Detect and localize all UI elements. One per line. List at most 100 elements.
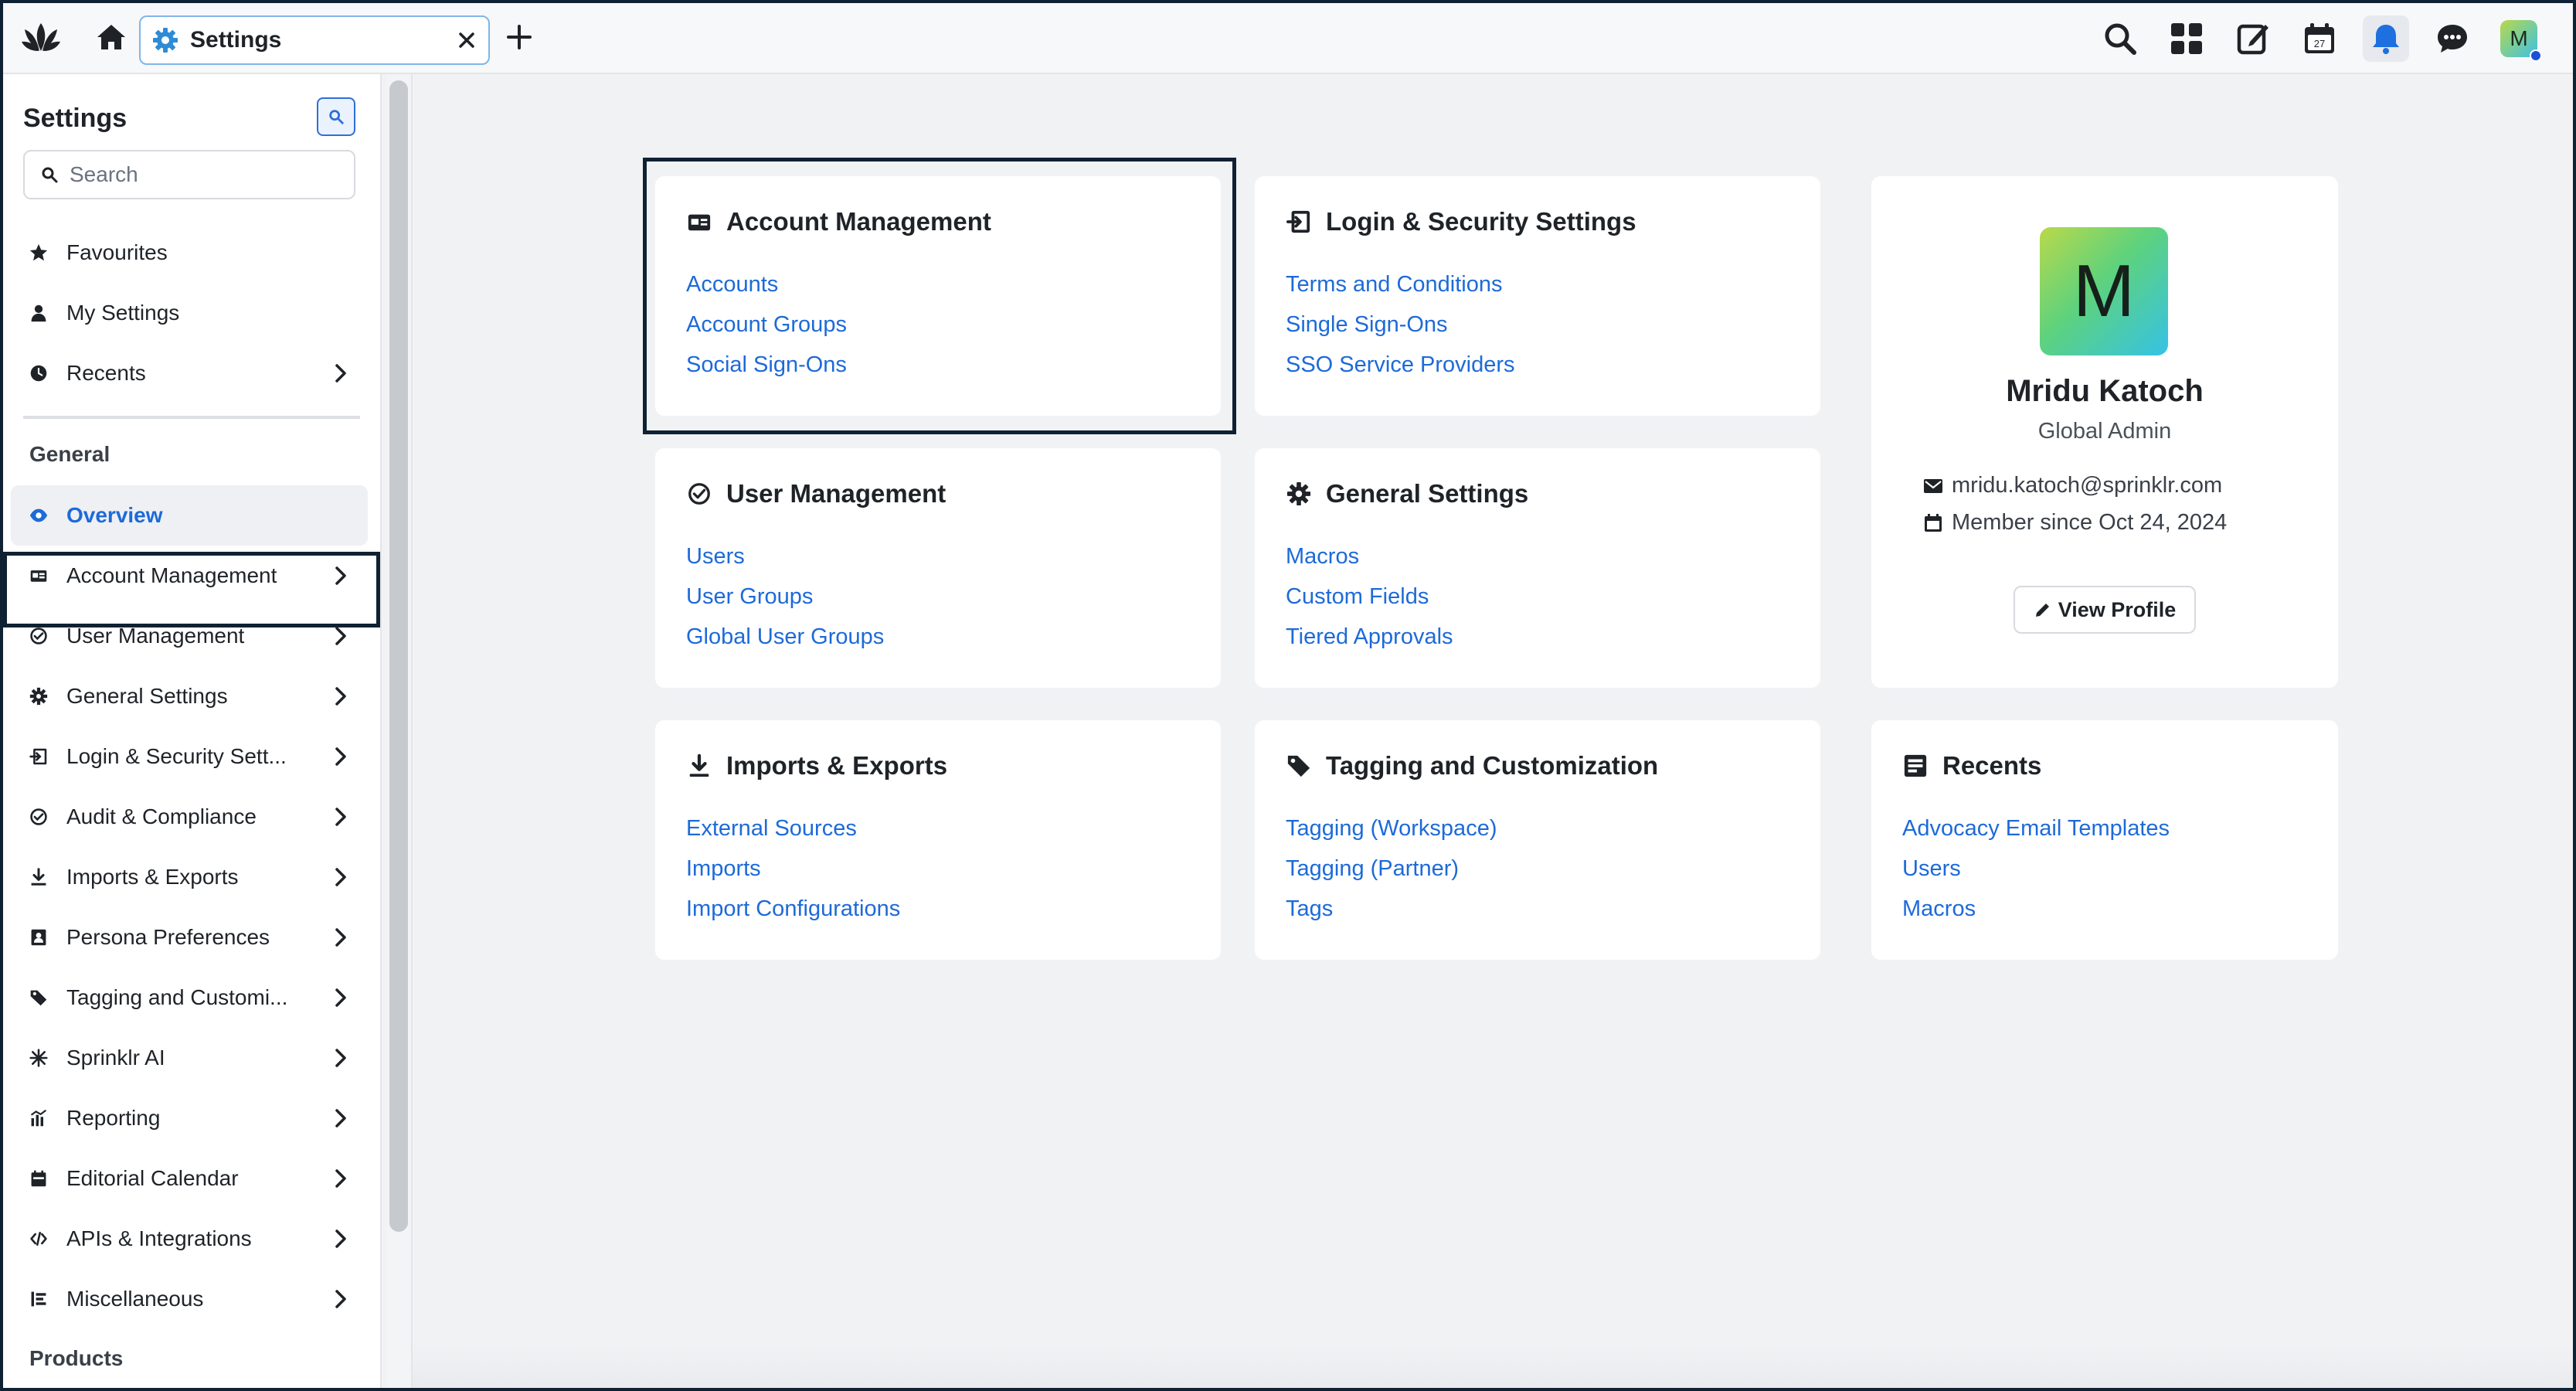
card-title: Tagging and Customization (1326, 751, 1659, 780)
chevron-right-icon (331, 362, 351, 384)
card-title: Imports & Exports (726, 751, 948, 780)
calendar-icon (1925, 513, 1942, 532)
link-tagging-workspace[interactable]: Tagging (Workspace) (1286, 808, 1820, 849)
sidebar-item-general-settings[interactable]: General Settings (11, 666, 368, 726)
sidebar-item-imports-exports[interactable]: Imports & Exports (11, 847, 368, 907)
link-import-configurations[interactable]: Import Configurations (686, 889, 1221, 929)
card-general-settings: General Settings Macros Custom Fields Tier… (1255, 448, 1820, 688)
sidebar-item-miscellaneous[interactable]: Miscellaneous (11, 1269, 368, 1329)
sidebar-item-label: APIs & Integrations (66, 1226, 252, 1250)
sidebar-item-apis-integrations[interactable]: APIs & Integrations (11, 1209, 368, 1269)
sidebar-item-label: Login & Security Sett... (66, 744, 287, 768)
sidebar-search-button[interactable] (317, 97, 355, 136)
notifications-bell-icon[interactable] (2363, 15, 2409, 62)
link-global-user-groups[interactable]: Global User Groups (686, 617, 1221, 657)
link-tags[interactable]: Tags (1286, 889, 1820, 929)
link-tagging-partner[interactable]: Tagging (Partner) (1286, 849, 1820, 889)
link-sso-service-providers[interactable]: SSO Service Providers (1286, 345, 1820, 385)
link-external-sources[interactable]: External Sources (686, 808, 1221, 849)
sidebar-item-audit-compliance[interactable]: Audit & Compliance (11, 787, 368, 847)
card-title: Recents (1942, 751, 2042, 780)
link-users[interactable]: Users (686, 536, 1221, 576)
gear-icon (1286, 481, 1312, 507)
tab-label: Settings (190, 27, 282, 53)
sidebar-item-reporting[interactable]: Reporting (11, 1088, 368, 1148)
sidebar-search-field[interactable] (23, 150, 355, 199)
home-icon[interactable] (96, 23, 127, 51)
profile-avatar-initial: M (2073, 250, 2135, 332)
chevron-right-icon (331, 746, 351, 767)
status-dot (2530, 49, 2542, 62)
search-icon[interactable] (2097, 15, 2143, 62)
calendar-icon[interactable]: 27 (2296, 15, 2343, 62)
sidebar-item-label: General Settings (66, 684, 228, 708)
sidebar-item-overview[interactable]: Overview (11, 485, 368, 546)
link-custom-fields[interactable]: Custom Fields (1286, 576, 1820, 617)
apps-grid-icon[interactable] (2163, 15, 2210, 62)
view-profile-button[interactable]: View Profile (2014, 586, 2196, 634)
card-login-security: Login & Security Settings Terms and Cond… (1255, 176, 1820, 416)
chart-icon (28, 1107, 49, 1129)
card-tagging-customization: Tagging and Customization Tagging (Works… (1255, 720, 1820, 960)
audit-icon (28, 806, 49, 828)
calendar-icon (28, 1168, 49, 1189)
top-bar: Settings 27 M (0, 0, 2576, 74)
chat-icon[interactable] (2429, 15, 2476, 62)
sidebar-scrollbar-thumb[interactable] (389, 80, 408, 1232)
search-icon (329, 110, 344, 124)
person-icon (28, 302, 49, 324)
link-advocacy-email-templates[interactable]: Advocacy Email Templates (1902, 808, 2338, 849)
envelope-icon (1924, 478, 1942, 493)
search-input[interactable] (70, 162, 348, 187)
sidebar-item-label: Reporting (66, 1106, 161, 1130)
sidebar-item-persona-preferences[interactable]: Persona Preferences (11, 907, 368, 968)
sidebar-item-label: Imports & Exports (66, 865, 239, 889)
sidebar-item-tagging-and-customi[interactable]: Tagging and Customi... (11, 968, 368, 1028)
login-icon (28, 746, 49, 767)
sidebar-item-label: Tagging and Customi... (66, 985, 288, 1009)
new-tab-plus-icon[interactable] (504, 22, 535, 53)
chevron-right-icon (331, 1168, 351, 1189)
profile-member-since: Member since Oct 24, 2024 (1952, 510, 2228, 535)
tag-icon (1286, 753, 1312, 779)
card-title: General Settings (1326, 479, 1529, 508)
sidebar-item-favourites[interactable]: Favourites (11, 223, 368, 283)
search-icon (42, 167, 58, 183)
close-icon[interactable] (453, 26, 481, 54)
top-right-toolbar: 27 M (2097, 15, 2542, 62)
link-recent-macros[interactable]: Macros (1902, 889, 2338, 929)
sidebar-item-editorial-calendar[interactable]: Editorial Calendar (11, 1148, 368, 1209)
sidebar-section-products: Products (29, 1346, 124, 1370)
compose-icon[interactable] (2230, 15, 2276, 62)
link-tiered-approvals[interactable]: Tiered Approvals (1286, 617, 1820, 657)
avatar-initial: M (2510, 26, 2528, 50)
sidebar-item-recents[interactable]: Recents (11, 343, 368, 403)
link-terms-and-conditions[interactable]: Terms and Conditions (1286, 264, 1820, 304)
chevron-right-icon (331, 1228, 351, 1250)
tag-icon (28, 987, 49, 1008)
sidebar-item-label: Miscellaneous (66, 1287, 204, 1311)
user-avatar[interactable]: M (2496, 15, 2542, 62)
link-imports[interactable]: Imports (686, 849, 1221, 889)
chevron-right-icon (331, 625, 351, 647)
link-recent-users[interactable]: Users (1902, 849, 2338, 889)
link-single-sign-ons[interactable]: Single Sign-Ons (1286, 304, 1820, 345)
sidebar-item-my-settings[interactable]: My Settings (11, 283, 368, 343)
sidebar-item-label: Overview (66, 503, 163, 527)
eye-icon (28, 505, 49, 526)
link-macros[interactable]: Macros (1286, 536, 1820, 576)
sidebar-item-login-security-sett[interactable]: Login & Security Sett... (11, 726, 368, 787)
chevron-right-icon (331, 1288, 351, 1310)
sidebar-item-sprinklr-ai[interactable]: Sprinklr AI (11, 1028, 368, 1088)
sidebar-item-label: Recents (66, 361, 146, 385)
code-icon (28, 1228, 49, 1250)
link-user-groups[interactable]: User Groups (686, 576, 1221, 617)
star-icon (28, 242, 49, 264)
card-user-management: User Management Users User Groups Global U… (655, 448, 1221, 688)
tab-settings[interactable]: Settings (139, 15, 490, 65)
highlight-box-account-management (3, 552, 380, 627)
sprinklr-logo-icon[interactable] (20, 17, 62, 57)
download-icon (686, 753, 712, 779)
sidebar-item-label: Editorial Calendar (66, 1166, 239, 1190)
card-imports-exports: Imports & Exports External Sources Import… (655, 720, 1221, 960)
